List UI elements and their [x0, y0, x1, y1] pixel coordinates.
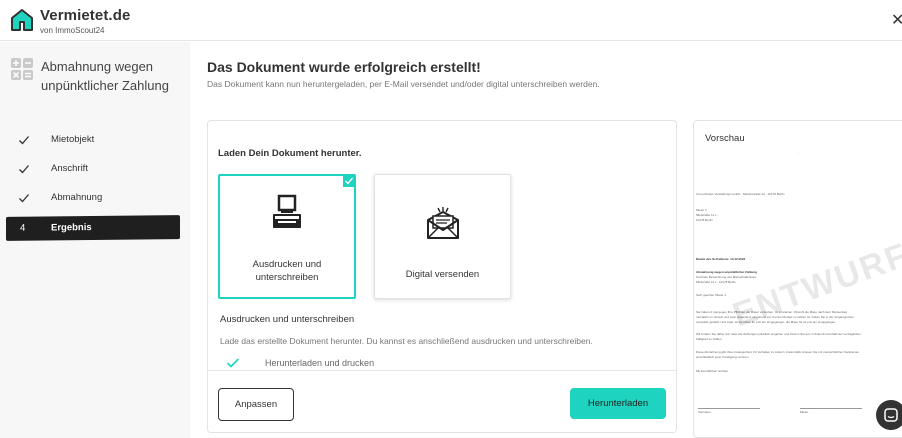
brand-subtitle: von ImmoScout24	[40, 26, 105, 35]
document-preview[interactable]: Vorschau ' Immo-Muster Verwaltungs GmbH …	[693, 120, 902, 438]
preview-signature-label: Mieter	[800, 410, 809, 414]
preview-address-1: Mieter 1	[696, 208, 707, 212]
preview-subject-3: Mietstraße 11 c , 10178 Berlin	[696, 280, 736, 284]
signature-line	[800, 408, 862, 409]
chat-bubble-icon	[884, 408, 898, 422]
preview-closing: Mit freundlichen Grüßen	[696, 369, 729, 373]
option-label: Digital versenden	[405, 269, 480, 280]
step-anschrift[interactable]: Anschrift	[0, 157, 190, 181]
option-digital-send[interactable]: Digital versenden	[374, 174, 511, 299]
step-label: Anschrift	[51, 163, 88, 174]
preview-paragraph-line: Diese Abmahnung gibt Ihnen Gelegenheit, …	[696, 350, 860, 354]
step-mietobjekt[interactable]: Mietobjekt	[0, 128, 190, 152]
preview-mark: '	[798, 152, 799, 156]
step-ergebnis[interactable]: 4 Ergebnis	[6, 215, 180, 241]
adjust-button[interactable]: Anpassen	[218, 388, 294, 421]
printer-icon	[273, 194, 301, 228]
step-abmahnung[interactable]: Abmahnung	[0, 186, 190, 210]
option-label: Ausdrucken und unterschreiben	[252, 259, 322, 283]
page-subtitle: Das Dokument kann nun heruntergeladen, p…	[207, 79, 600, 89]
close-icon[interactable]: ✕	[891, 13, 902, 29]
preview-paragraph-line: Wir fordern Sie daher auf, dass die Zahl…	[696, 332, 861, 336]
download-card: Laden Dein Dokument herunter. Ausdrucken…	[207, 120, 677, 433]
list-item-label: Herunterladen und drucken	[265, 358, 375, 368]
option-print-sign[interactable]: Ausdrucken und unterschreiben	[218, 174, 356, 299]
envelope-icon	[426, 207, 459, 239]
brand-name[interactable]: Vermietet.de	[40, 7, 130, 24]
check-icon	[19, 194, 29, 203]
check-icon	[19, 136, 29, 145]
step-label: Abmahnung	[51, 192, 103, 203]
chat-icon[interactable]	[876, 400, 902, 430]
page-title: Das Dokument wurde erfolgreich erstellt!	[207, 59, 481, 75]
preview-paragraph-line: Fälligkeit zu zahlen.	[696, 337, 723, 341]
preview-date: Datum des Schreibens: 10.12.2022	[696, 257, 746, 261]
preview-address-3: 10178 Berlin	[696, 218, 713, 222]
preview-signature-label: Vermieter	[698, 410, 711, 414]
download-button[interactable]: Herunterladen	[570, 388, 666, 419]
section-title: Ausdrucken und unterschreiben	[220, 314, 355, 325]
sidebar-title: Abmahnung wegen unpünktlicher Zahlung	[41, 59, 169, 93]
top-bar: Vermietet.de von ImmoScout24 ✕	[0, 0, 902, 41]
step-label: Ergebnis	[51, 222, 92, 234]
step-number: 4	[20, 222, 26, 234]
preview-subject-2: Konkrete Bezeichnung des Mietverhältniss…	[696, 275, 757, 279]
preview-subject-1: Abmahnung wegen unpünktlicher Zahlung	[696, 270, 757, 274]
sidebar: Abmahnung wegen unpünktlicher Zahlung Mi…	[0, 42, 190, 438]
list-item: Herunterladen und drucken	[226, 357, 646, 371]
preview-sender: Immo-Muster Verwaltungs GmbH · Musterstr…	[696, 192, 785, 196]
check-icon	[226, 358, 240, 368]
section-description: Lade das erstellte Dokument herunter. Du…	[220, 336, 593, 346]
card-heading: Laden Dein Dokument herunter.	[218, 148, 362, 159]
card-footer: Anpassen Herunterladen	[208, 370, 676, 432]
selected-check-icon	[343, 175, 355, 187]
preview-paragraph-line: einschließlich einer Kündigung rechnen.	[696, 355, 750, 359]
step-label: Mietobjekt	[51, 134, 95, 145]
check-icon	[19, 165, 29, 174]
preview-title: Vorschau	[705, 133, 745, 144]
house-logo-icon	[11, 9, 33, 31]
calculator-icon	[11, 58, 33, 80]
preview-greeting: Sehr geehrter Mieter 1,	[696, 293, 727, 297]
preview-address-2: Mietstraße 11 c ,	[696, 213, 719, 217]
signature-line	[698, 408, 760, 409]
